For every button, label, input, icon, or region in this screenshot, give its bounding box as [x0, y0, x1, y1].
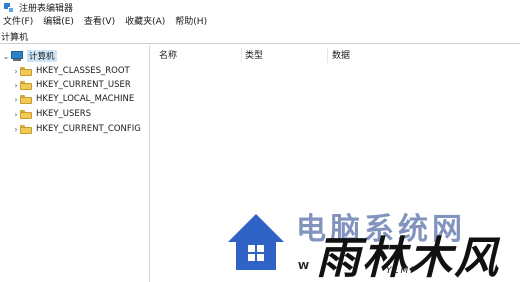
folder-icon	[20, 109, 32, 119]
tree-node-label: HKEY_CLASSES_ROOT	[36, 66, 130, 76]
column-divider[interactable]	[241, 48, 242, 63]
column-header-data[interactable]: 数据	[332, 49, 350, 63]
chevron-right-icon[interactable]: ›	[12, 81, 20, 90]
menu-favorites[interactable]: 收藏夹(A)	[123, 15, 167, 30]
folder-icon	[20, 94, 32, 104]
tree-node-label: 计算机	[27, 50, 57, 62]
chevron-right-icon[interactable]: ›	[12, 110, 20, 119]
tree-node-hkey-current-config[interactable]: › HKEY_CURRENT_CONFIG	[12, 122, 141, 136]
folder-icon	[20, 80, 32, 90]
watermark-w: W	[298, 261, 310, 272]
address-bar[interactable]: 计算机	[0, 30, 520, 44]
tree-node-hkey-local-machine[interactable]: › HKEY_LOCAL_MACHINE	[12, 92, 134, 106]
tree-node-label: HKEY_LOCAL_MACHINE	[36, 94, 135, 104]
chevron-right-icon[interactable]: ›	[12, 125, 20, 134]
chevron-down-icon[interactable]: ⌄	[2, 52, 10, 61]
tree-node-hkey-current-user[interactable]: › HKEY_CURRENT_USER	[12, 78, 131, 92]
window-title: 注册表编辑器	[19, 4, 74, 14]
address-path: 计算机	[1, 33, 29, 43]
computer-icon	[10, 51, 24, 61]
column-header-type[interactable]: 类型	[245, 49, 263, 63]
watermark-ylmf: YLMF	[386, 266, 418, 276]
watermark-logo: 电脑系统网 W 雨林木风 YLMF	[226, 200, 520, 282]
house-icon	[228, 214, 284, 270]
menu-edit[interactable]: 编辑(E)	[41, 15, 76, 30]
tree-node-computer[interactable]: ⌄ 计算机	[2, 49, 57, 63]
column-header-name[interactable]: 名称	[159, 49, 177, 63]
tree-node-label: HKEY_CURRENT_CONFIG	[36, 124, 141, 134]
menu-file[interactable]: 文件(F)	[1, 15, 35, 30]
tree-node-label: HKEY_USERS	[36, 109, 92, 119]
column-divider[interactable]	[327, 48, 328, 63]
folder-icon	[20, 124, 32, 134]
tree-node-label: HKEY_CURRENT_USER	[36, 80, 131, 90]
title-bar: 注册表编辑器	[0, 0, 520, 15]
key-tree-pane[interactable]: ⌄ 计算机 › HKEY_CLASSES_ROOT › HKEY_CURRENT…	[0, 45, 150, 282]
registry-editor-icon	[4, 2, 14, 13]
menu-view[interactable]: 查看(V)	[82, 15, 117, 30]
menu-help[interactable]: 帮助(H)	[173, 15, 209, 30]
tree-node-hkey-classes-root[interactable]: › HKEY_CLASSES_ROOT	[12, 64, 130, 78]
chevron-right-icon[interactable]: ›	[12, 67, 20, 76]
chevron-right-icon[interactable]: ›	[12, 95, 20, 104]
folder-icon	[20, 66, 32, 76]
tree-node-hkey-users[interactable]: › HKEY_USERS	[12, 107, 91, 121]
menu-bar: 文件(F) 编辑(E) 查看(V) 收藏夹(A) 帮助(H)	[0, 15, 520, 30]
